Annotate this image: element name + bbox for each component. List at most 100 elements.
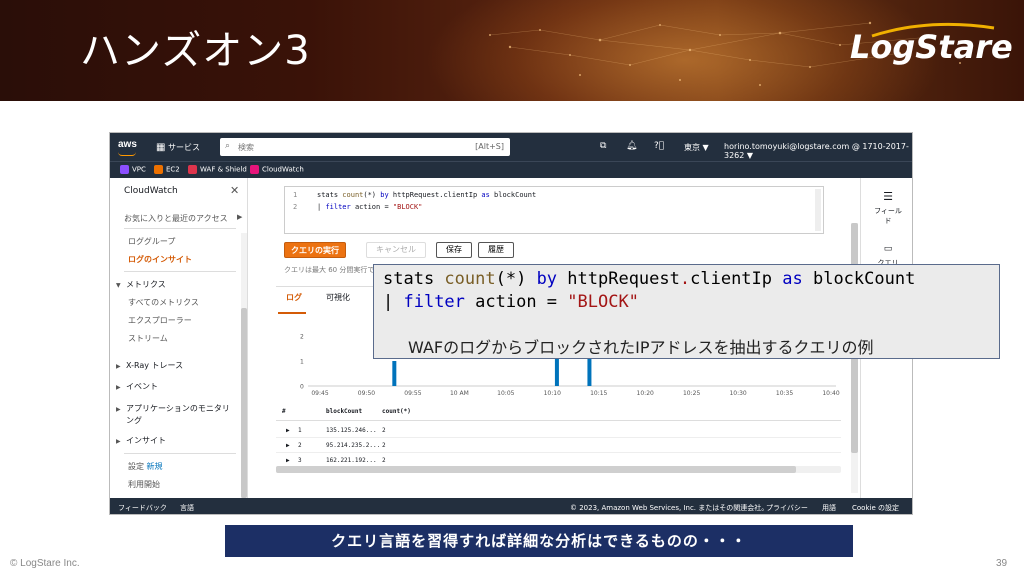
col-header-index: # [282, 408, 286, 415]
x-tick-label: 10:20 [637, 390, 654, 397]
x-tick-label: 10:35 [776, 390, 793, 397]
tab-logs[interactable]: ログ [286, 292, 302, 303]
page-number: 39 [996, 558, 1008, 569]
editor-scrollbar[interactable] [815, 189, 821, 231]
row-index: 1 [298, 427, 302, 434]
sidebar-item-log-groups[interactable]: ロググループ [128, 236, 175, 247]
expand-icon[interactable]: ▶ [286, 457, 290, 464]
sidebar-item-streams[interactable]: ストリーム [128, 333, 168, 344]
slide-copyright: © LogStare Inc. [10, 558, 80, 569]
sidebar-divider [124, 453, 236, 454]
sidebar-item-log-insights[interactable]: ログのインサイト [128, 254, 192, 265]
account-menu[interactable]: horino.tomoyuki@logstare.com @ 1710-2017… [724, 142, 912, 160]
cloudshell-icon[interactable]: ⧉ [600, 141, 606, 151]
aws-top-nav: aws ▦ サービス ⌕ 検索 [Alt+S] ⧉ 🔔︎ ?⃝ 東京 ▼ hor… [110, 133, 912, 161]
caret-down-icon: ▼ [116, 282, 121, 289]
row-ip: 162.221.192... [326, 457, 377, 464]
row-count: 2 [382, 457, 386, 464]
fields-icon[interactable]: ☰ [861, 190, 912, 203]
expand-icon[interactable]: ▶ [286, 442, 290, 449]
region-selector[interactable]: 東京 ▼ [684, 142, 709, 153]
footer-copyright: © 2023, Amazon Web Services, Inc. またはその関… [570, 504, 769, 512]
fav-cloudwatch[interactable]: CloudWatch [250, 165, 304, 174]
sidebar-group-app-monitoring[interactable]: ▶ アプリケーションのモニタリ [116, 403, 230, 414]
run-query-button[interactable]: クエリの実行 [284, 242, 346, 258]
terms-link[interactable]: 用語 [822, 503, 836, 513]
x-tick-label: 10:25 [683, 390, 700, 397]
sidebar-scroll-thumb[interactable] [241, 308, 247, 498]
help-icon[interactable]: ?⃝ [654, 141, 664, 151]
row-ip: 95.214.235.2... [326, 442, 381, 449]
sidebar-group-events[interactable]: ▶ イベント [116, 381, 158, 392]
privacy-link[interactable]: プライバシー [766, 503, 808, 513]
sidebar-title: CloudWatch [124, 186, 178, 196]
cancel-button[interactable]: キャンセル [366, 242, 426, 258]
fav-vpc[interactable]: VPC [120, 165, 146, 174]
row-index: 2 [298, 442, 302, 449]
table-row[interactable]: ▶ 2 95.214.235.2... 2 [276, 438, 841, 453]
results-scrollbar[interactable] [276, 466, 841, 473]
search-placeholder: 検索 [238, 143, 254, 152]
sidebar-item-favorites-recent[interactable]: お気に入りと最近のアクセス [124, 213, 228, 224]
ec2-icon [154, 165, 163, 174]
search-icon: ⌕ [225, 141, 231, 151]
sidebar-scrollbar[interactable] [241, 233, 247, 498]
query-editor[interactable]: 1 stats count(*) by httpRequest.clientIp… [284, 186, 824, 234]
save-button[interactable]: 保存 [436, 242, 472, 258]
cloudwatch-sidebar: CloudWatch ✕ お気に入りと最近のアクセス ▶ ロググループ ログのイ… [110, 178, 248, 498]
x-tick-label: 10:30 [729, 390, 746, 397]
language-link[interactable]: 言語 [180, 503, 194, 513]
favorites-bar: VPC EC2 WAF & Shield CloudWatch [110, 161, 912, 178]
histogram-bar[interactable] [392, 361, 397, 386]
col-header-count[interactable]: count(*) [382, 408, 411, 415]
row-count: 2 [382, 427, 386, 434]
expand-icon[interactable]: ▶ [286, 427, 290, 434]
tab-active-underline [278, 312, 306, 314]
services-menu[interactable]: サービス [168, 142, 200, 153]
line-number: 2 [293, 203, 298, 211]
services-grid-icon[interactable]: ▦ [156, 142, 165, 153]
search-shortcut: [Alt+S] [475, 142, 504, 151]
bottom-banner: クエリ言語を習得すれば詳細な分析はできるものの・・・ [225, 525, 853, 557]
cookie-link[interactable]: Cookie の設定 [852, 503, 899, 513]
x-tick-label: 09:50 [358, 390, 375, 397]
fields-panel-label[interactable]: フィール ド [861, 206, 912, 226]
query-line-1: stats count(*) by httpRequest.clientIp a… [317, 191, 537, 199]
sidebar-group-metrics[interactable]: ▼ メトリクス [116, 279, 166, 290]
slide-banner: ハンズオン3 LogStare [0, 0, 1024, 101]
folder-icon[interactable]: ▭ [861, 244, 912, 254]
caret-right-icon: ▶ [237, 213, 243, 221]
fav-ec2[interactable]: EC2 [154, 165, 180, 174]
x-tick-label: 10 AM [450, 390, 469, 397]
row-ip: 135.125.246... [326, 427, 377, 434]
sidebar-item-all-metrics[interactable]: すべてのメトリクス [128, 297, 199, 308]
history-button[interactable]: 履歴 [478, 242, 514, 258]
sidebar-divider [124, 271, 236, 272]
results-header: # blockCount count(*) [276, 403, 841, 421]
aws-logo[interactable]: aws [118, 139, 137, 150]
sidebar-group-xray[interactable]: ▶ X-Ray トレース [116, 360, 183, 371]
x-tick-label: 10:15 [590, 390, 607, 397]
waf-icon [188, 165, 197, 174]
col-header-blockcount[interactable]: blockCount [326, 408, 362, 415]
vpc-icon [120, 165, 129, 174]
row-count: 2 [382, 442, 386, 449]
x-tick-label: 09:45 [311, 390, 328, 397]
search-input[interactable]: ⌕ 検索 [Alt+S] [220, 138, 510, 156]
table-row[interactable]: ▶ 1 135.125.246... 2 [276, 423, 841, 438]
results-scroll-thumb[interactable] [276, 466, 796, 473]
sidebar-group-insights[interactable]: ▶ インサイト [116, 435, 166, 446]
sidebar-item-explorer[interactable]: エクスプローラー [128, 315, 192, 326]
tab-visualization[interactable]: 可視化 [326, 292, 350, 303]
sidebar-item-settings[interactable]: 設定 新規 [128, 461, 163, 472]
sidebar-divider [124, 228, 236, 229]
sidebar-group-app-monitoring-cont: ング [126, 416, 142, 425]
close-icon[interactable]: ✕ [230, 184, 239, 197]
caret-right-icon: ▶ [116, 363, 121, 370]
slide-title: ハンズオン3 [80, 28, 311, 74]
fav-waf[interactable]: WAF & Shield [188, 165, 247, 174]
bell-icon[interactable]: 🔔︎ [626, 141, 637, 151]
caret-right-icon: ▶ [116, 406, 121, 413]
feedback-link[interactable]: フィードバック [118, 503, 167, 513]
sidebar-item-getting-started[interactable]: 利用開始 [128, 479, 160, 490]
